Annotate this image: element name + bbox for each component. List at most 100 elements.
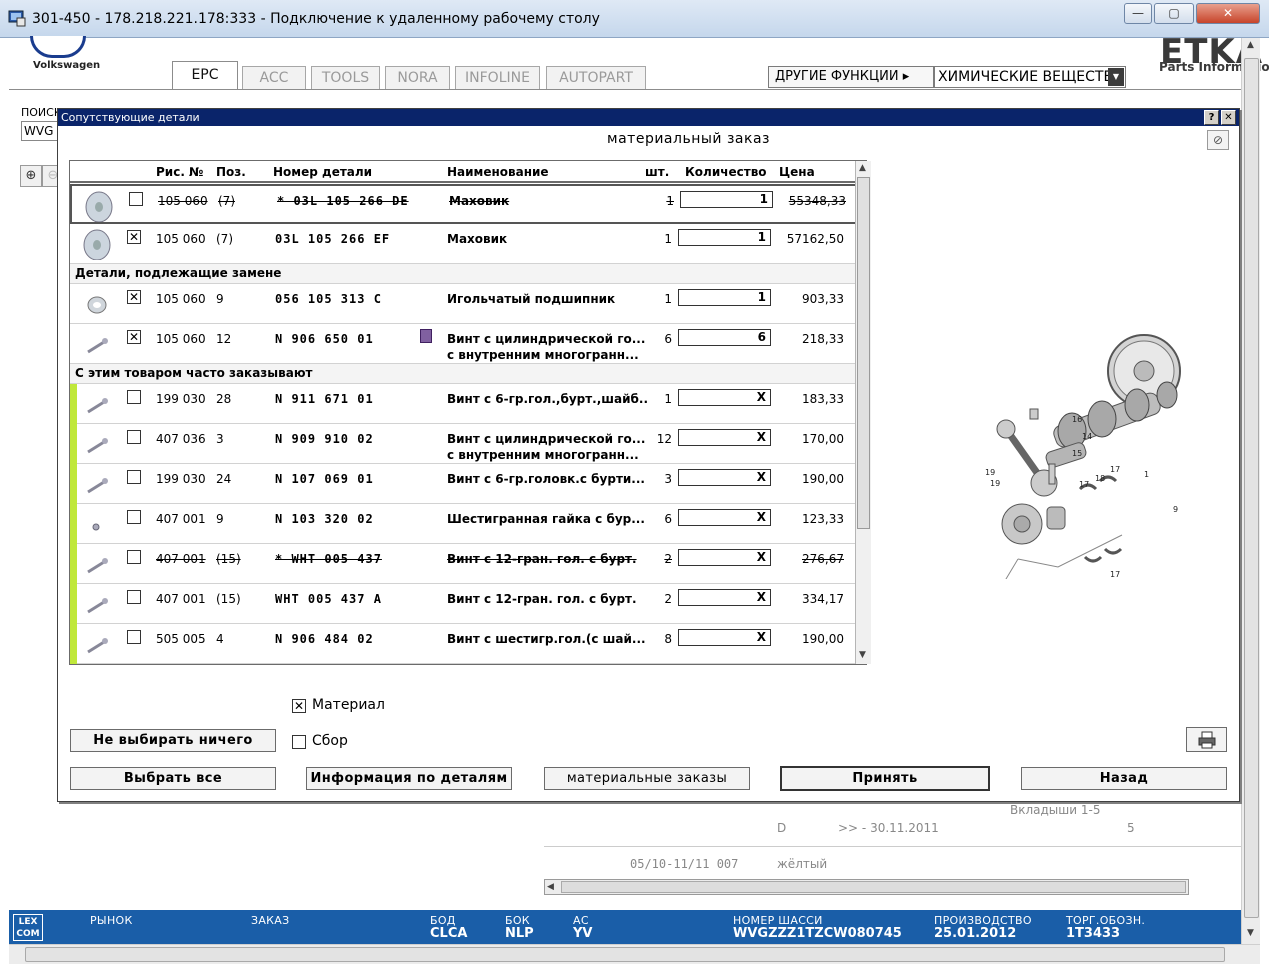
functions-select[interactable]: ХИМИЧЕСКИЕ ВЕЩЕСТВА ▼ [934,66,1126,88]
table-row[interactable]: 407 036 3 N 909 910 02 Винт с цилиндрическо… [70,424,866,464]
search-input[interactable]: WVG [21,121,59,141]
table-row[interactable]: ✕ 105 060 9 056 105 313 C Игольчатый подшипн… [70,284,866,324]
close-button[interactable]: ✕ [1196,3,1260,24]
col-amount[interactable]: Количество [685,165,767,179]
horizontal-scroll-thumb[interactable] [25,947,1225,962]
bg-horizontal-scrollbar[interactable]: ◀ [544,879,1189,895]
quantity-input[interactable]: X [678,509,771,526]
row-checkbox[interactable] [127,390,141,404]
scroll-left-icon[interactable]: ◀ [547,882,554,892]
row-checkbox[interactable] [127,590,141,604]
dialog-close-button[interactable]: ✕ [1221,110,1236,125]
table-row[interactable]: ✕ 105 060 (7) 03L 105 266 EF Маховик 1 57162,5… [70,224,866,264]
row-checkbox[interactable] [127,550,141,564]
diagram-label-9[interactable]: 9 [1173,505,1178,514]
quantity-input[interactable]: X [678,389,771,406]
row-checkbox[interactable] [127,470,141,484]
info-document-icon[interactable] [420,329,432,343]
material-checkbox[interactable]: ✕ [292,699,306,713]
table-row[interactable]: 199 030 28 N 911 671 01 Винт с 6-гр.гол.,бу… [70,384,866,424]
assembly-checkbox[interactable] [292,735,306,749]
parts-diagram[interactable]: 16 14 15 19 19 18 17 17 1 9 12 8 7 17 17… [922,309,1202,579]
table-row[interactable]: 407 001 9 N 103 320 02 Шестигранная гайка с… [70,504,866,544]
tab-acc[interactable]: ACC [242,66,306,89]
select-none-button[interactable]: Не выбирать ничего [70,729,276,752]
diagram-label-15[interactable]: 15 [1072,449,1082,458]
table-row[interactable]: 407 001 (15) * WHT 005 437 Винт с 12-гран. … [70,544,866,584]
vertical-scroll-thumb[interactable] [1244,58,1259,918]
col-name[interactable]: Наименование [447,165,549,179]
table-scroll-up-icon[interactable]: ▲ [859,163,866,173]
minimize-button[interactable]: — [1124,3,1152,24]
diagram-label-19a[interactable]: 19 [985,468,995,477]
other-functions-menu[interactable]: ДРУГИЕ ФУНКЦИИ ▸ [768,66,934,88]
bg-date-range: >> - 30.11.2011 [838,821,939,835]
scroll-down-icon[interactable]: ▼ [1247,928,1254,938]
row-checkbox[interactable]: ✕ [127,290,141,304]
row-checkbox[interactable] [127,630,141,644]
diagram-label-18[interactable]: 18 [1095,474,1105,483]
quantity-input[interactable]: X [678,629,771,646]
col-price[interactable]: Цена [779,165,815,179]
row-position: 24 [216,472,232,486]
zoom-in-icon[interactable]: ⊕ [20,165,42,187]
tab-autopart[interactable]: AUTOPART [546,66,646,89]
quantity-input[interactable]: X [678,589,771,606]
print-button[interactable] [1186,727,1227,752]
col-pos[interactable]: Поз. [216,165,246,179]
diagram-label-1[interactable]: 1 [1144,470,1149,479]
diagram-label-16[interactable]: 16 [1072,415,1082,424]
bg-scroll-thumb[interactable] [561,881,1186,893]
diagram-label-17b[interactable]: 17 [1110,465,1120,474]
tab-underline [9,89,1241,90]
row-unit-qty: 2 [664,552,672,566]
col-pic[interactable]: Рис. № [156,165,204,179]
horizontal-scrollbar[interactable] [9,944,1260,964]
row-checkbox[interactable] [129,192,143,206]
back-button[interactable]: Назад [1021,767,1227,790]
table-row[interactable]: 105 060 (7) * 03L 105 266 DE Маховик 1 55348,… [70,184,866,224]
table-row[interactable]: 199 030 24 N 107 069 01 Винт с 6-гр.головк.… [70,464,866,504]
table-scrollbar[interactable]: ▲ ▼ [855,161,871,664]
quantity-input[interactable]: 1 [678,289,771,306]
row-checkbox[interactable] [127,430,141,444]
parts-table: Рис. № Поз. Номер детали Наименование шт… [69,160,867,665]
tab-epc[interactable]: EPC [172,61,238,90]
table-row[interactable]: 407 001 (15) WHT 005 437 A Винт с 12-гран. … [70,584,866,624]
col-qty[interactable]: шт. [645,165,669,179]
quantity-input[interactable]: 6 [678,329,771,346]
vertical-scrollbar[interactable]: ▲ ▼ [1241,38,1260,944]
row-checkbox[interactable]: ✕ [127,230,141,244]
status-value-chassis: WVGZZZ1TZCW080745 [733,926,902,941]
quantity-input[interactable]: X [678,549,771,566]
table-scroll-down-icon[interactable]: ▼ [859,650,866,660]
pulley-illustration [1001,503,1066,545]
row-checkbox[interactable] [127,510,141,524]
quantity-input[interactable]: 1 [678,229,771,246]
table-scroll-thumb[interactable] [857,177,870,529]
select-all-button[interactable]: Выбрать все [70,767,276,790]
tab-infoline[interactable]: INFOLINE [455,66,540,89]
row-part-name-line2: с внутренним многогранн... [447,448,639,462]
table-row[interactable]: 505 005 4 N 906 484 02 Винт с шестигр.гол.(… [70,624,866,664]
help-button[interactable]: ? [1204,110,1219,125]
accept-button[interactable]: Принять [780,766,990,791]
quantity-input[interactable]: 1 [680,191,773,208]
col-part-number[interactable]: Номер детали [273,165,372,179]
parts-info-button[interactable]: Информация по деталям [306,767,512,790]
scroll-up-icon[interactable]: ▲ [1247,40,1254,50]
material-orders-button[interactable]: материальные заказы [544,767,750,790]
hide-icon[interactable]: ⊘ [1207,130,1229,150]
diagram-label-14[interactable]: 14 [1082,432,1092,441]
diagram-label-19b[interactable]: 19 [990,479,1000,488]
maximize-button[interactable]: ▢ [1154,3,1194,24]
row-checkbox[interactable]: ✕ [127,330,141,344]
tab-tools[interactable]: TOOLS [311,66,380,89]
diagram-label-17a[interactable]: 17 [1079,480,1089,489]
quantity-input[interactable]: X [678,429,771,446]
quantity-input[interactable]: X [678,469,771,486]
chevron-down-icon[interactable]: ▼ [1108,68,1124,86]
table-row[interactable]: ✕ 105 060 12 N 906 650 01 Винт с цилиндричес… [70,324,866,364]
tab-nora[interactable]: NORA [385,66,450,89]
diagram-label-17d[interactable]: 17 [1110,570,1120,579]
